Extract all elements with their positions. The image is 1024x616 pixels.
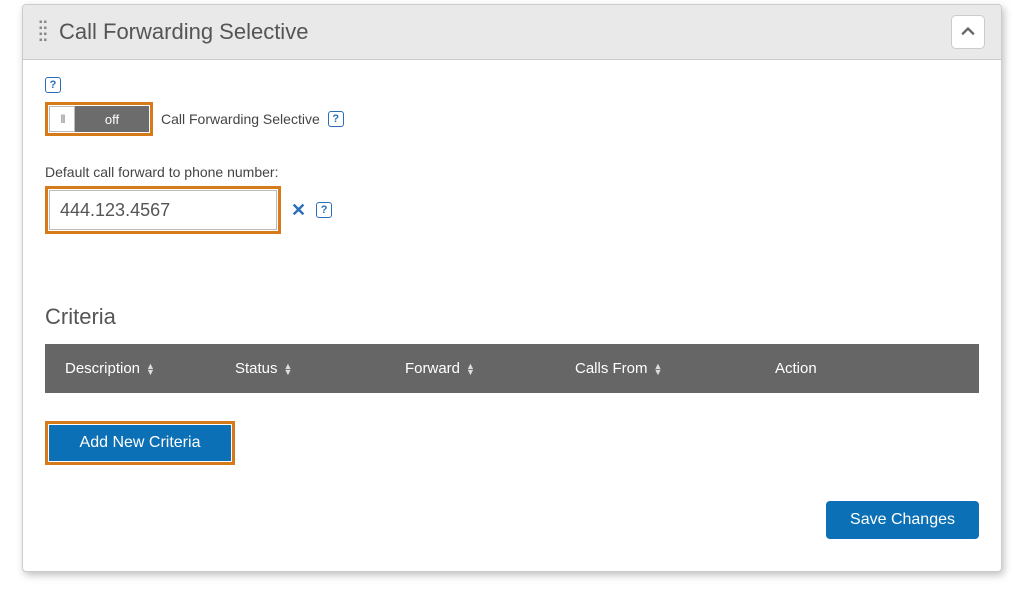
column-header-action: Action: [775, 360, 959, 377]
highlight-box: III off: [45, 102, 153, 136]
highlight-box: Add New Criteria: [45, 421, 235, 465]
criteria-heading: Criteria: [45, 304, 979, 330]
add-criteria-row: Add New Criteria: [45, 421, 979, 465]
panel-body: ? III off Call Forwarding Selective ? De…: [23, 60, 1001, 571]
forward-number-input[interactable]: [49, 190, 277, 230]
forward-number-label: Default call forward to phone number:: [45, 164, 979, 180]
chevron-up-icon: [961, 25, 975, 39]
criteria-table-header: Description ▲▼ Status ▲▼ Forward ▲▼ Call…: [45, 344, 979, 393]
column-label: Calls From: [575, 360, 648, 377]
sort-icon: ▲▼: [284, 363, 293, 375]
feature-toggle-label: Call Forwarding Selective: [161, 111, 320, 127]
collapse-button[interactable]: [951, 15, 985, 49]
help-icon[interactable]: ?: [316, 202, 332, 218]
sort-icon: ▲▼: [466, 363, 475, 375]
add-criteria-button[interactable]: Add New Criteria: [49, 425, 231, 461]
column-header-forward[interactable]: Forward ▲▼: [405, 360, 575, 377]
toggle-grip-icon: III: [49, 106, 75, 132]
panel-header: ▪▪▪▪▪▪▪▪ Call Forwarding Selective: [23, 5, 1001, 60]
toggle-state-label: off: [75, 106, 149, 132]
highlight-box: [45, 186, 281, 234]
help-icon[interactable]: ?: [328, 111, 344, 127]
sort-icon: ▲▼: [654, 363, 663, 375]
forward-number-input-row: ✕ ?: [45, 186, 979, 234]
sort-icon: ▲▼: [146, 363, 155, 375]
column-label: Status: [235, 360, 278, 377]
feature-toggle[interactable]: III off: [49, 106, 149, 132]
save-row: Save Changes: [45, 501, 979, 539]
panel-header-left: ▪▪▪▪▪▪▪▪ Call Forwarding Selective: [39, 19, 308, 45]
forward-number-block: Default call forward to phone number: ✕ …: [45, 164, 979, 234]
top-help-row: ?: [45, 76, 979, 94]
feature-toggle-row: III off Call Forwarding Selective ?: [45, 102, 979, 136]
column-header-status[interactable]: Status ▲▼: [235, 360, 405, 377]
panel-title: Call Forwarding Selective: [59, 19, 308, 45]
help-icon[interactable]: ?: [45, 77, 61, 93]
column-label: Action: [775, 360, 817, 377]
save-changes-button[interactable]: Save Changes: [826, 501, 979, 539]
column-label: Forward: [405, 360, 460, 377]
drag-handle-icon[interactable]: ▪▪▪▪▪▪▪▪: [39, 20, 51, 44]
clear-input-button[interactable]: ✕: [289, 200, 308, 221]
column-header-calls-from[interactable]: Calls From ▲▼: [575, 360, 775, 377]
column-header-description[interactable]: Description ▲▼: [65, 360, 235, 377]
column-label: Description: [65, 360, 140, 377]
call-forwarding-panel: ▪▪▪▪▪▪▪▪ Call Forwarding Selective ? III…: [22, 4, 1002, 572]
